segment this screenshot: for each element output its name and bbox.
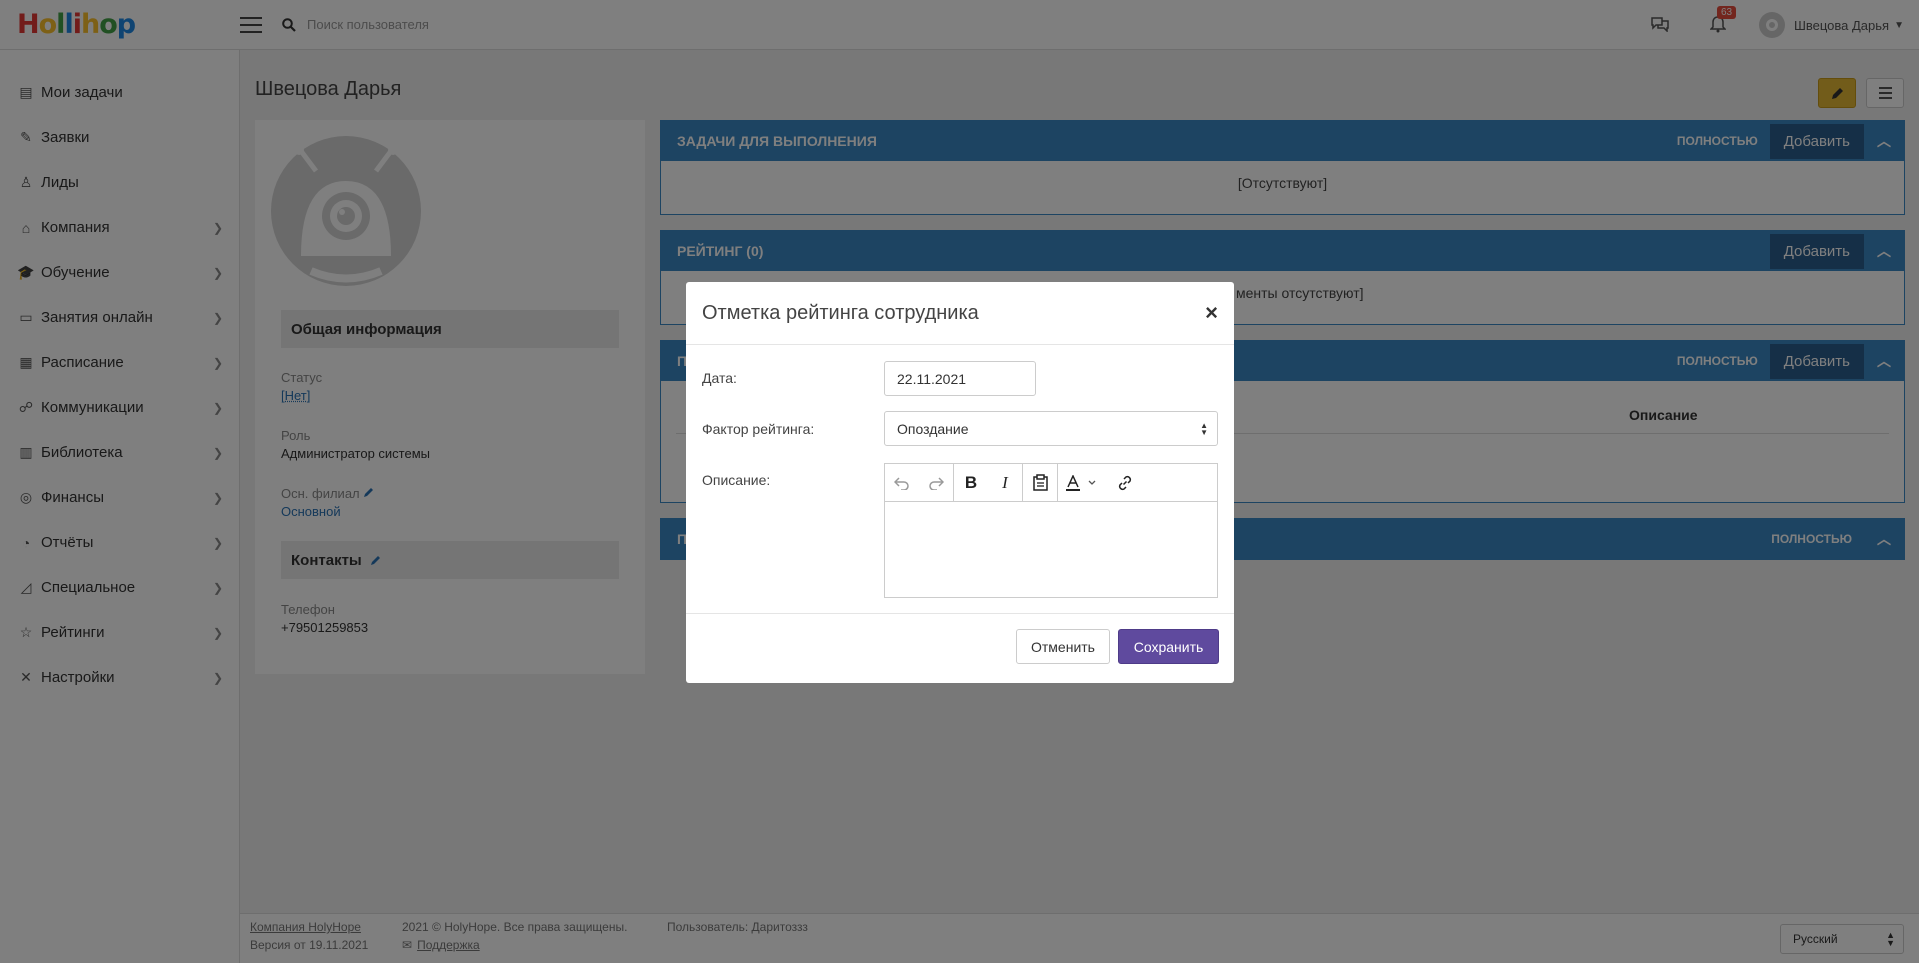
description-textarea[interactable] xyxy=(885,502,1217,597)
date-field[interactable]: 22.11.2021 xyxy=(884,361,1036,396)
factor-value: Опоздание xyxy=(897,420,969,437)
description-editor: B I xyxy=(884,463,1218,598)
undo-icon[interactable] xyxy=(885,464,919,502)
factor-label: Фактор рейтинга: xyxy=(702,421,815,437)
editor-toolbar: B I xyxy=(885,463,1217,502)
modal-title: Отметка рейтинга сотрудника xyxy=(702,301,979,324)
description-label: Описание: xyxy=(702,472,771,488)
sort-arrows-icon: ▲▼ xyxy=(1200,420,1208,437)
rating-modal: Отметка рейтинга сотрудника × Дата: 22.1… xyxy=(686,282,1234,683)
bold-icon[interactable]: B xyxy=(954,464,988,502)
save-button[interactable]: Сохранить xyxy=(1118,629,1219,664)
link-icon[interactable] xyxy=(1108,464,1142,502)
text-color-icon[interactable] xyxy=(1058,464,1108,502)
factor-select[interactable]: Опоздание ▲ ▼ xyxy=(884,411,1218,446)
date-label: Дата: xyxy=(702,370,737,386)
italic-icon[interactable]: I xyxy=(988,464,1022,502)
redo-icon[interactable] xyxy=(919,464,953,502)
modal-footer: Отменить Сохранить xyxy=(686,613,1234,683)
paste-icon[interactable] xyxy=(1023,464,1057,502)
cancel-button[interactable]: Отменить xyxy=(1016,629,1110,664)
close-icon[interactable]: × xyxy=(1205,300,1218,326)
